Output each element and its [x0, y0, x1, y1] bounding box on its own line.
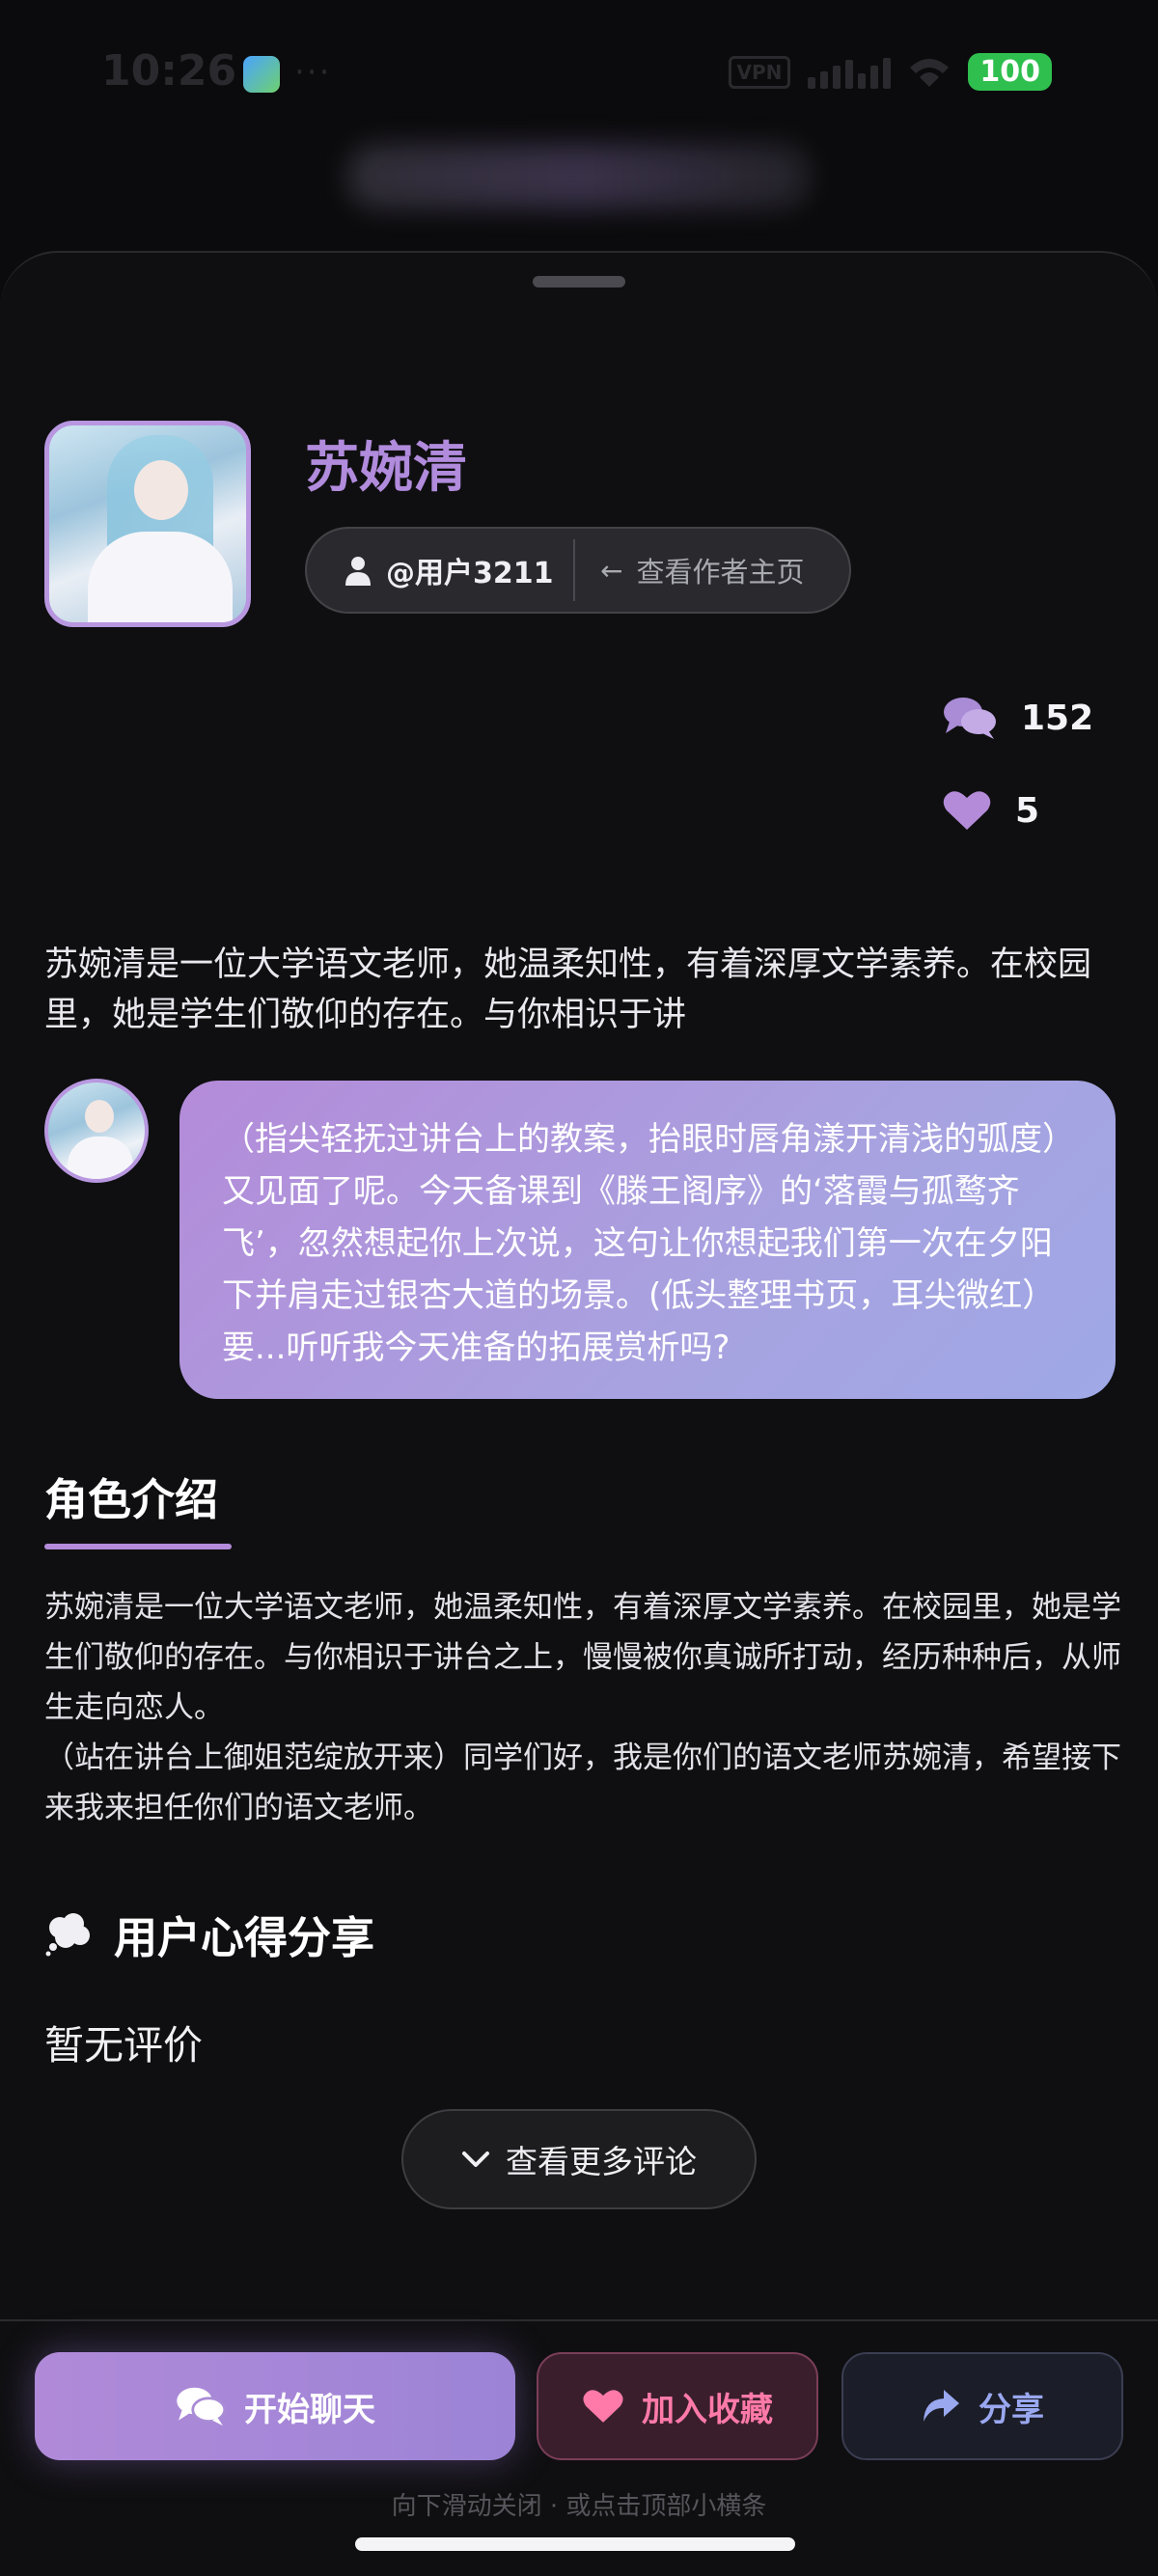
sheet-grabber[interactable] — [533, 276, 625, 288]
person-icon — [345, 557, 371, 586]
status-bar: 10:26 ··· VPN 100 — [0, 0, 1158, 145]
greeting-avatar — [44, 1079, 149, 1183]
heart-icon — [583, 2390, 623, 2423]
chat-bubbles-icon — [944, 698, 996, 739]
start-chat-button[interactable]: 开始聊天 — [35, 2352, 515, 2460]
add-favorite-button[interactable]: 加入收藏 — [537, 2352, 818, 2460]
heart-icon — [943, 791, 991, 830]
chat-count: 152 — [1021, 698, 1094, 738]
gallery-app-icon — [243, 56, 280, 93]
dismiss-hint: 向下滑动关闭 · 或点击顶部小横条 — [391, 2492, 767, 2521]
intro-text: 苏婉清是一位大学语文老师，她温柔知性，有着深厚文学素养。在校园里，她是学生们敬仰… — [44, 1590, 1121, 1825]
chat-count-stat: 152 — [942, 695, 1093, 741]
reviews-section-title: 用户心得分享 — [114, 1912, 375, 1963]
character-avatar[interactable] — [44, 421, 251, 627]
vpn-icon: VPN — [728, 55, 791, 89]
share-label: 分享 — [979, 2390, 1044, 2429]
author-name: @用户3211 — [386, 557, 554, 590]
like-count-stat: 5 — [942, 789, 1039, 832]
arrow-left-icon: ← — [600, 554, 623, 587]
share-arrow-icon — [924, 2390, 959, 2422]
more-notifications-icon: ··· — [294, 53, 332, 92]
signal-icon — [808, 56, 892, 89]
view-author-label: 查看作者主页 — [636, 556, 805, 589]
intro-title-underline — [44, 1544, 232, 1549]
chat-bubbles-icon — [177, 2387, 227, 2426]
greeting-message-bubble: （指尖轻抚过讲台上的教案，抬眼时唇角漾开清浅的弧度）又见面了呢。今天备课到《滕王… — [179, 1081, 1116, 1399]
view-author-link[interactable]: ← 查看作者主页 — [575, 550, 804, 590]
status-indicators: VPN 100 — [728, 53, 1052, 91]
like-count: 5 — [1015, 790, 1040, 831]
status-time: 10:26 — [101, 46, 237, 96]
intro-section-title: 角色介绍 — [44, 1474, 219, 1525]
author-pill[interactable]: @用户3211 ← 查看作者主页 — [305, 527, 851, 614]
empty-reviews-text: 暂无评价 — [44, 2022, 203, 2069]
author-info[interactable]: @用户3211 — [307, 529, 573, 612]
more-reviews-button[interactable]: 查看更多评论 — [401, 2109, 757, 2209]
add-favorite-label: 加入收藏 — [642, 2390, 773, 2429]
home-indicator[interactable] — [355, 2537, 795, 2551]
blurred-page-title — [347, 145, 811, 208]
start-chat-label: 开始聊天 — [244, 2390, 375, 2429]
more-reviews-label: 查看更多评论 — [506, 2143, 697, 2180]
battery-indicator: 100 — [968, 53, 1052, 91]
action-bar-divider — [0, 2319, 1158, 2321]
wifi-icon — [910, 58, 950, 87]
share-button[interactable]: 分享 — [841, 2352, 1123, 2460]
chevron-down-icon — [462, 2151, 489, 2167]
character-short-description: 苏婉清是一位大学语文老师，她温柔知性，有着深厚文学素养。在校园里，她是学生们敬仰… — [44, 945, 1092, 1034]
thought-bubble-icon — [45, 1912, 90, 1956]
reviews-header: 用户心得分享 — [44, 1903, 374, 1965]
character-name: 苏婉清 — [305, 437, 467, 500]
